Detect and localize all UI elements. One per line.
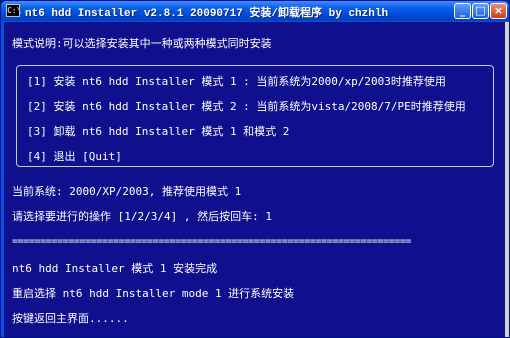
maximize-icon: □ [475, 4, 486, 17]
install-done-line: nt6 hdd Installer 模式 1 安装完成 [12, 262, 218, 275]
mode-description: 模式说明:可以选择安装其中一种或两种模式同时安装 [12, 37, 272, 50]
minimize-icon: _ [459, 4, 466, 17]
menu-option-3: [3] 卸载 nt6 hdd Installer 模式 1 和模式 2 [27, 125, 290, 138]
menu-box: [1] 安装 nt6 hdd Installer 模式 1 : 当前系统为200… [16, 65, 494, 167]
window-title: nt6 hdd Installer v2.8.1 20090717 安装/卸载程… [25, 8, 389, 20]
close-icon: × [493, 4, 504, 17]
menu-option-4: [4] 退出 [Quit] [27, 150, 122, 163]
title-bar[interactable]: C:\ nt6 hdd Installer v2.8.1 20090717 安装… [1, 1, 509, 21]
menu-option-2: [2] 安装 nt6 hdd Installer 模式 2 : 当前系统为vis… [27, 100, 466, 113]
maximize-button[interactable]: □ [472, 3, 489, 19]
vertical-scrollbar[interactable] [505, 22, 509, 337]
minimize-button[interactable]: _ [454, 3, 471, 19]
console-app-icon[interactable]: C:\ [6, 4, 21, 17]
reboot-hint-line: 重启选择 nt6 hdd Installer mode 1 进行系统安装 [12, 287, 295, 300]
console-output[interactable]: 模式说明:可以选择安装其中一种或两种模式同时安装 [1] 安装 nt6 hdd … [4, 22, 505, 337]
close-button[interactable]: × [490, 3, 507, 19]
console-window: C:\ nt6 hdd Installer v2.8.1 20090717 安装… [0, 0, 510, 338]
separator-line: ========================================… [12, 236, 412, 247]
prompt-line: 请选择要进行的操作 [1/2/3/4] , 然后按回车: 1 [12, 210, 272, 223]
current-system-line: 当前系统: 2000/XP/2003, 推荐使用模式 1 [12, 185, 242, 198]
press-key-line: 按键返回主界面...... [12, 312, 129, 325]
menu-option-1: [1] 安装 nt6 hdd Installer 模式 1 : 当前系统为200… [27, 75, 446, 88]
